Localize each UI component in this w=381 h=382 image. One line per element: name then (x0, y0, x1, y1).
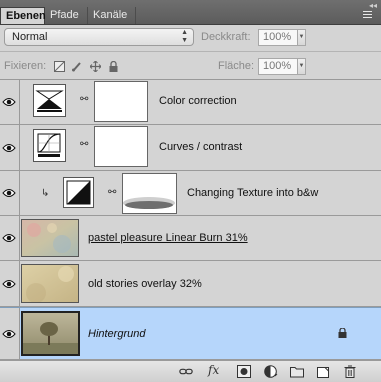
black-white-adjustment-icon (63, 177, 94, 208)
lock-all-icon[interactable] (108, 61, 119, 72)
layer-list: ⚯ Color correction ⚯ Curves / contrast ↳… (0, 79, 381, 361)
fill-label: Fläche: (218, 60, 255, 72)
visibility-eye-icon[interactable] (0, 171, 20, 215)
clipping-arrow-icon: ↳ (41, 188, 50, 199)
layers-bottom-toolbar: fx (0, 360, 381, 382)
lock-position-icon[interactable] (90, 61, 101, 72)
opacity-dropdown-icon[interactable]: ▼ (297, 29, 306, 46)
layer-mask-thumbnail[interactable] (94, 126, 148, 167)
select-arrows-icon: ▲ ▼ (181, 29, 188, 44)
layer-lock-icon (338, 328, 347, 338)
layers-panel: Ebenen Pfade Kanäle ◂◂ Normal ▲ ▼ Deckkra… (0, 0, 381, 382)
link-icon[interactable] (179, 365, 193, 378)
tab-pfade[interactable]: Pfade (45, 7, 88, 24)
adjustment-layer-icon[interactable] (264, 365, 278, 378)
panel-menu-icon[interactable] (359, 8, 375, 20)
layer-name[interactable]: Hintergrund (88, 328, 145, 340)
panel-tab-bar: Ebenen Pfade Kanäle ◂◂ (0, 0, 381, 25)
blend-mode-value: Normal (12, 31, 48, 43)
layer-mask-thumbnail[interactable] (122, 173, 177, 214)
divider (0, 51, 381, 52)
add-mask-icon[interactable] (237, 365, 251, 378)
chain-link-icon[interactable]: ⚯ (80, 139, 88, 150)
blend-mode-select[interactable]: Normal ▲ ▼ (4, 28, 194, 46)
lock-transparent-icon[interactable] (54, 61, 65, 72)
layer-row[interactable]: ⚯ Curves / contrast (0, 125, 381, 171)
visibility-eye-icon[interactable] (0, 80, 20, 124)
layer-row-selected[interactable]: Hintergrund (0, 307, 381, 360)
fill-dropdown-icon[interactable]: ▼ (297, 58, 306, 75)
curves-adjustment-icon (33, 129, 66, 162)
layer-name[interactable]: Changing Texture into b&w (187, 187, 318, 199)
layer-thumbnail (21, 219, 79, 257)
layer-row[interactable]: old stories overlay 32% (0, 261, 381, 307)
lock-pixels-icon[interactable] (71, 61, 82, 72)
fx-icon[interactable]: fx (208, 363, 222, 377)
trash-icon[interactable] (343, 365, 357, 378)
tab-ebenen[interactable]: Ebenen (0, 7, 46, 24)
visibility-eye-icon[interactable] (0, 216, 20, 260)
visibility-eye-icon[interactable] (0, 261, 20, 306)
chain-link-icon[interactable]: ⚯ (108, 187, 116, 198)
layer-name[interactable]: old stories overlay 32% (88, 278, 202, 290)
layer-row[interactable]: ⚯ Color correction (0, 80, 381, 125)
opacity-label: Deckkraft: (201, 31, 251, 43)
new-layer-icon[interactable] (316, 365, 330, 378)
visibility-eye-icon[interactable] (0, 308, 20, 359)
levels-adjustment-icon (33, 84, 66, 117)
layer-row[interactable]: pastel pleasure Linear Burn 31% (0, 216, 381, 261)
layer-name[interactable]: Curves / contrast (159, 141, 242, 153)
layer-mask-thumbnail[interactable] (94, 81, 148, 122)
layer-name[interactable]: Color correction (159, 95, 237, 107)
lock-label: Fixieren: (4, 60, 47, 72)
layer-thumbnail (21, 264, 79, 303)
layer-thumbnail (21, 311, 80, 356)
layer-row[interactable]: ↳ ⚯ Changing Texture into b&w (0, 171, 381, 216)
chain-link-icon[interactable]: ⚯ (80, 94, 88, 105)
new-group-icon[interactable] (290, 365, 304, 378)
visibility-eye-icon[interactable] (0, 125, 20, 170)
layer-name[interactable]: pastel pleasure Linear Burn 31% (88, 232, 248, 244)
tab-kanaele[interactable]: Kanäle (88, 7, 136, 24)
